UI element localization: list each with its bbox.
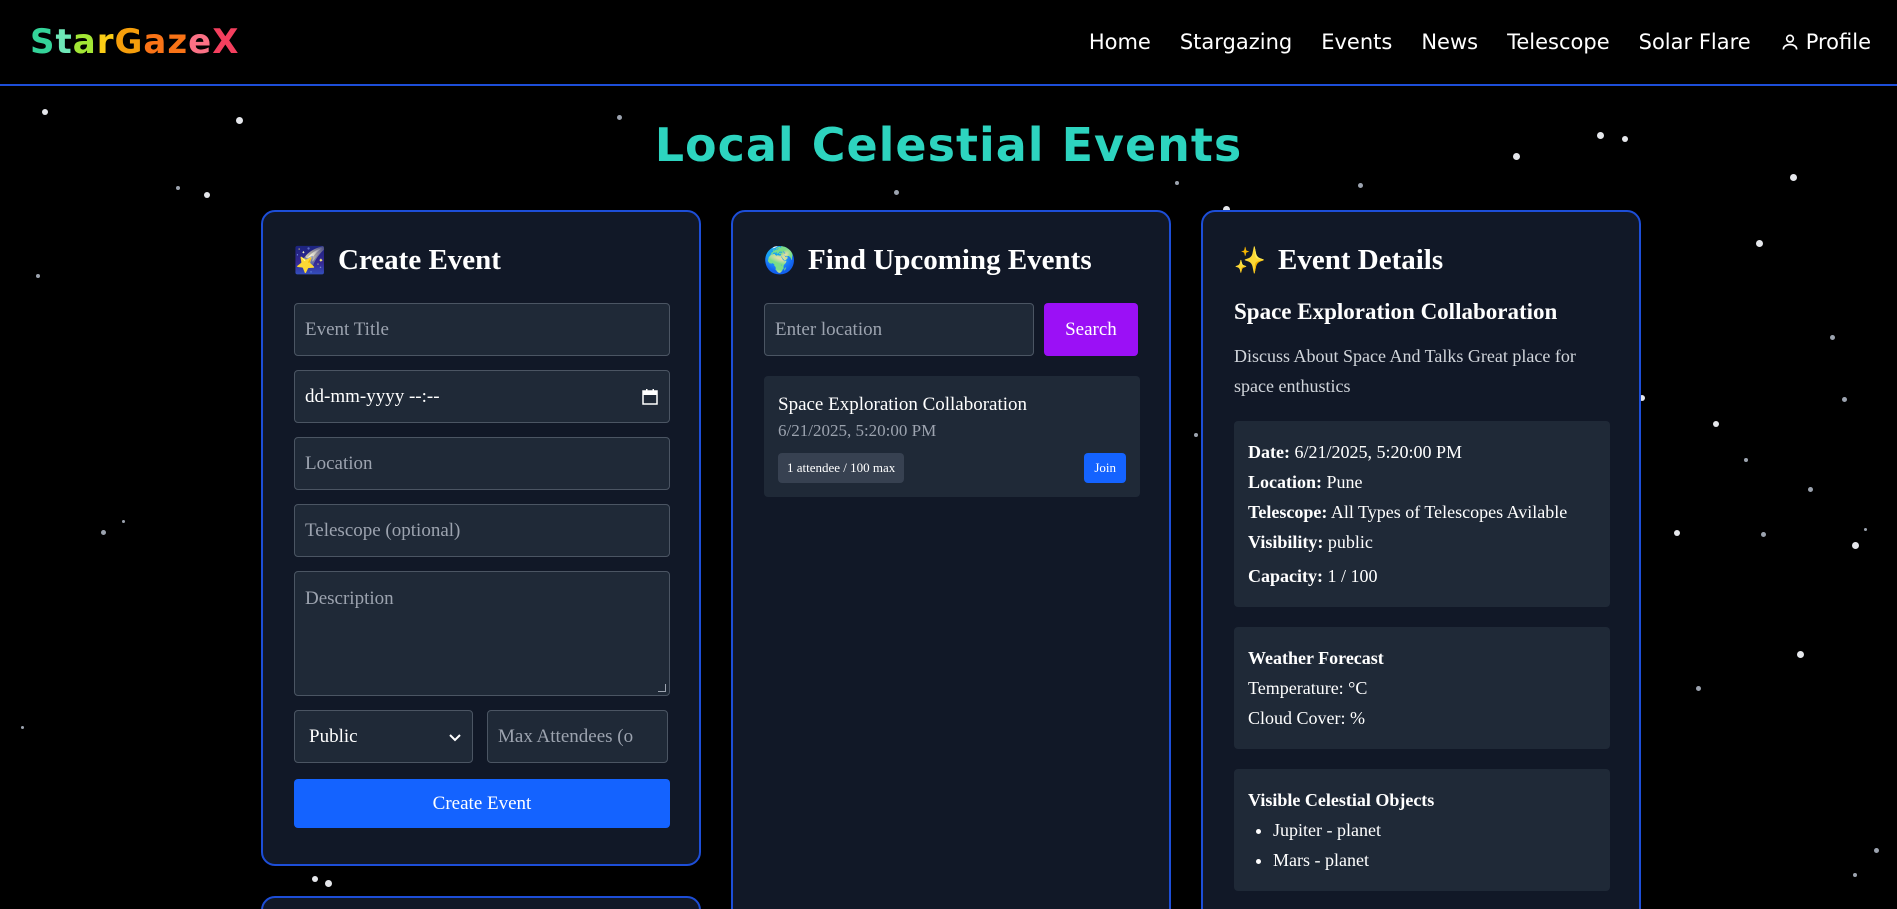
- nav-stargazing[interactable]: Stargazing: [1180, 30, 1292, 54]
- find-events-heading: 🌍 Find Upcoming Events: [764, 244, 1138, 277]
- nav-profile[interactable]: Profile: [1780, 30, 1871, 54]
- shooting-star-icon: 🌠: [293, 245, 327, 275]
- page-title: Local Celestial Events: [654, 118, 1243, 172]
- event-info-box: Date: 6/21/2025, 5:20:00 PM Location: Pu…: [1234, 421, 1610, 607]
- nav-solar-flare[interactable]: Solar Flare: [1639, 30, 1751, 54]
- create-event-panel: 🌠 Create Event Event Title dd-mm-yyyy --…: [261, 210, 701, 866]
- find-events-panel: 🌍 Find Upcoming Events Enter location Se…: [731, 210, 1171, 909]
- brand-logo[interactable]: StarGazeX: [30, 22, 239, 62]
- nav-news[interactable]: News: [1421, 30, 1478, 54]
- visibility-select-value: Public: [309, 725, 358, 747]
- location-value: Pune: [1326, 472, 1363, 492]
- user-icon: [1782, 34, 1798, 50]
- find-events-heading-text: Find Upcoming Events: [808, 244, 1092, 276]
- celestial-heading: Visible Celestial Objects: [1248, 790, 1435, 810]
- telescope-value: All Types of Telescopes Avilable: [1330, 502, 1568, 522]
- create-event-heading-text: Create Event: [338, 244, 501, 276]
- event-details-panel: ✨ Event Details Space Exploration Collab…: [1201, 210, 1641, 909]
- weather-forecast-box: Weather Forecast Temperature: °C Cloud C…: [1234, 627, 1610, 749]
- top-nav-bar: StarGazeX Home Stargazing Events News Te…: [0, 0, 1897, 86]
- nav-home[interactable]: Home: [1089, 30, 1151, 54]
- event-item-title: Space Exploration Collaboration: [778, 394, 1028, 415]
- event-datetime-value: dd-mm-yyyy --:--: [305, 385, 440, 407]
- location-label: Location:: [1248, 472, 1322, 492]
- main-nav: Home Stargazing Events News Telescope So…: [1089, 30, 1871, 54]
- event-details-heading-text: Event Details: [1278, 244, 1444, 276]
- list-item: Mars - planet: [1273, 845, 1596, 875]
- event-title-input[interactable]: Event Title: [294, 303, 670, 356]
- telescope-label: Telescope:: [1248, 502, 1328, 522]
- attendee-count-badge: 1 attendee / 100 max: [778, 453, 905, 483]
- globe-icon: 🌍: [763, 245, 797, 275]
- event-detail-description: Discuss About Space And Talks Great plac…: [1234, 346, 1576, 396]
- event-datetime-input[interactable]: dd-mm-yyyy --:--: [294, 370, 670, 423]
- nav-events[interactable]: Events: [1321, 30, 1392, 54]
- next-panel-edge: [261, 896, 701, 909]
- create-event-button[interactable]: Create Event: [294, 779, 670, 828]
- calendar-icon[interactable]: [641, 388, 659, 406]
- event-description-placeholder: Description: [305, 588, 394, 609]
- visibility-select[interactable]: Public: [294, 710, 474, 763]
- chevron-down-icon: [449, 733, 461, 741]
- event-telescope-input[interactable]: Telescope (optional): [294, 504, 670, 557]
- temperature-value: Temperature: °C: [1248, 678, 1368, 698]
- search-row: Enter location Search: [764, 303, 1138, 356]
- nav-telescope[interactable]: Telescope: [1507, 30, 1610, 54]
- resize-grip-icon[interactable]: [658, 684, 666, 692]
- max-attendees-input[interactable]: Max Attendees (o: [487, 710, 668, 763]
- location-search-input[interactable]: Enter location: [764, 303, 1034, 356]
- sparkles-icon: ✨: [1233, 245, 1267, 275]
- event-location-input[interactable]: Location: [294, 437, 670, 490]
- capacity-value: 1 / 100: [1327, 566, 1378, 586]
- visibility-label: Visibility:: [1248, 532, 1324, 552]
- celestial-objects-list: Jupiter - planet Mars - planet: [1248, 815, 1596, 875]
- date-label: Date:: [1248, 442, 1290, 462]
- celestial-objects-box: Visible Celestial Objects Jupiter - plan…: [1234, 769, 1610, 891]
- list-item: Jupiter - planet: [1273, 815, 1596, 845]
- create-event-heading: 🌠 Create Event: [294, 244, 668, 277]
- join-event-button[interactable]: Join: [1084, 453, 1126, 483]
- cloud-cover-value: Cloud Cover: %: [1248, 708, 1365, 728]
- event-item-datetime: 6/21/2025, 5:20:00 PM: [778, 421, 937, 440]
- event-description-textarea[interactable]: Description: [294, 571, 670, 696]
- date-value: 6/21/2025, 5:20:00 PM: [1294, 442, 1463, 462]
- event-details-heading: ✨ Event Details: [1234, 244, 1608, 277]
- weather-heading: Weather Forecast: [1248, 648, 1384, 668]
- search-button[interactable]: Search: [1043, 303, 1138, 356]
- capacity-label: Capacity:: [1248, 566, 1323, 586]
- event-detail-title: Space Exploration Collaboration: [1234, 299, 1558, 324]
- event-list-item[interactable]: Space Exploration Collaboration 6/21/202…: [764, 376, 1140, 497]
- visibility-value: public: [1327, 532, 1373, 552]
- nav-profile-label: Profile: [1805, 30, 1871, 54]
